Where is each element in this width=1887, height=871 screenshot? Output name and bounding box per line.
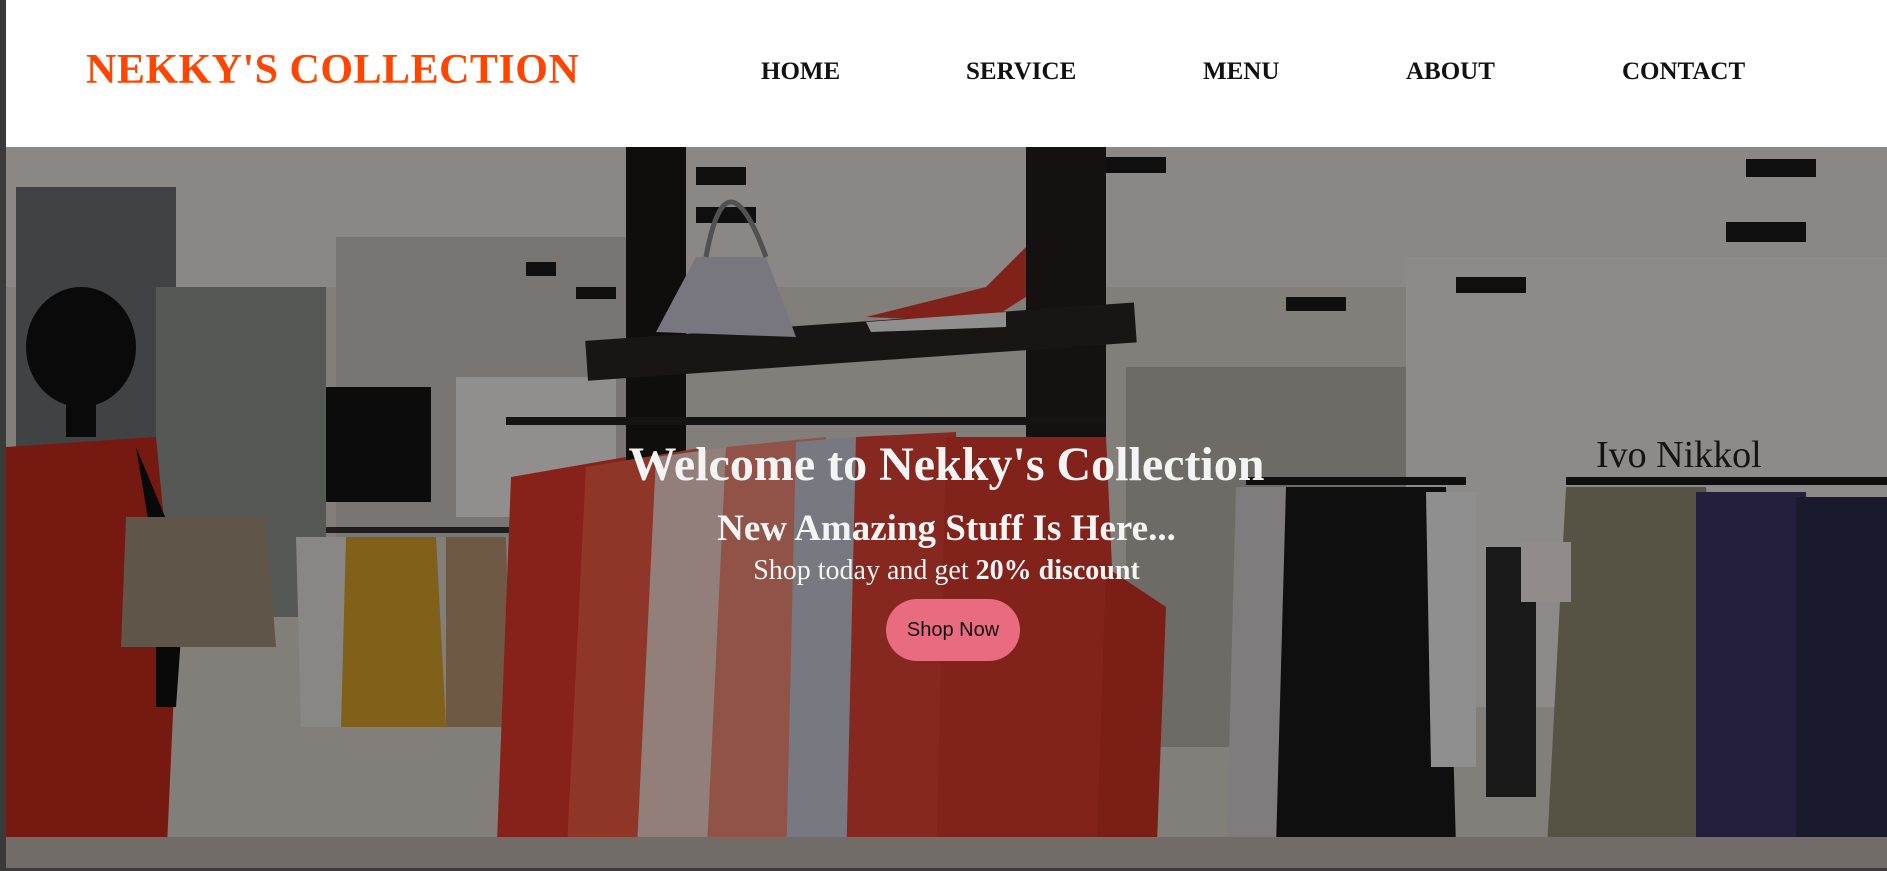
nav-about[interactable]: ABOUT bbox=[1406, 58, 1495, 86]
hero-title: Welcome to Nekky's Collection bbox=[628, 438, 1265, 491]
hero-promo: Shop today and get 20% discount bbox=[6, 555, 1887, 587]
page-frame: NEKKY'S COLLECTION HOME SERVICE MENU ABO… bbox=[6, 0, 1887, 868]
nav-menu[interactable]: MENU bbox=[1203, 58, 1279, 86]
nav-contact[interactable]: CONTACT bbox=[1622, 58, 1745, 86]
hero-banner: Ivo Nikkol Welcome to Nekky's Collection… bbox=[6, 147, 1887, 868]
hero-subtitle: New Amazing Stuff Is Here... bbox=[717, 508, 1176, 549]
shop-now-button[interactable]: Shop Now bbox=[886, 599, 1020, 661]
nav-service[interactable]: SERVICE bbox=[966, 58, 1076, 86]
hero-promo-discount: 20% discount bbox=[975, 555, 1140, 586]
hero-promo-text: Shop today and get bbox=[753, 555, 976, 586]
nav-home[interactable]: HOME bbox=[761, 58, 840, 86]
site-header: NEKKY'S COLLECTION HOME SERVICE MENU ABO… bbox=[6, 0, 1887, 147]
brand-logo[interactable]: NEKKY'S COLLECTION bbox=[86, 46, 579, 94]
